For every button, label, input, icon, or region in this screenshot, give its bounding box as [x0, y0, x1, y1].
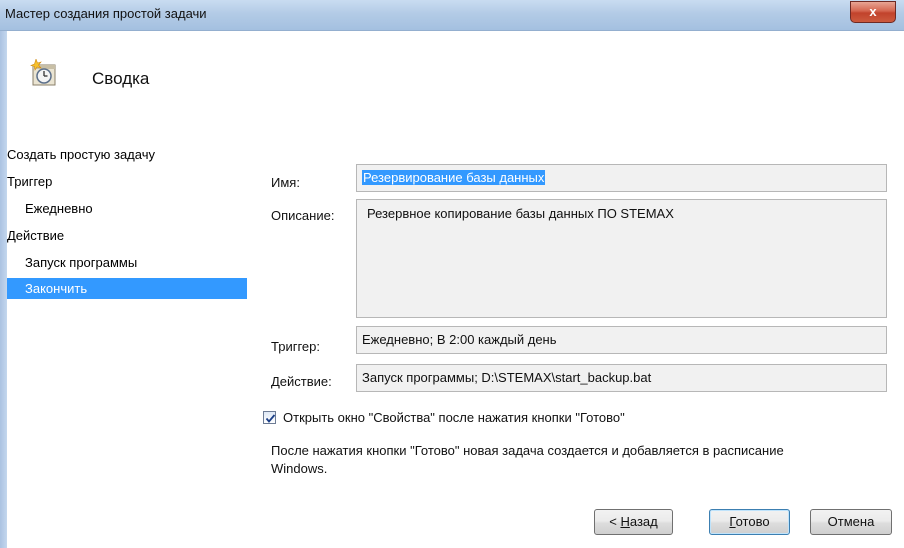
- description-label: Описание:: [271, 208, 335, 223]
- info-text-line2: Windows.: [271, 461, 328, 476]
- finish-button[interactable]: Готово: [709, 509, 790, 535]
- nav-item-trigger[interactable]: Триггер: [7, 171, 52, 192]
- back-button-label: азад: [629, 514, 658, 529]
- info-text-line1: После нажатия кнопки "Готово" новая зада…: [271, 443, 784, 458]
- back-button-prefix: <: [609, 514, 621, 529]
- back-button[interactable]: < Назад: [594, 509, 673, 535]
- trigger-field[interactable]: Ежедневно; В 2:00 каждый день: [356, 326, 887, 354]
- close-icon: x: [869, 4, 877, 19]
- action-value: Запуск программы; D:\STEMAX\start_backup…: [362, 370, 652, 385]
- name-label: Имя:: [271, 175, 300, 190]
- cancel-button[interactable]: Отмена: [810, 509, 892, 535]
- finish-button-label: отово: [735, 514, 770, 529]
- back-button-accel: Н: [620, 514, 630, 529]
- nav-item-create-task[interactable]: Создать простую задачу: [7, 144, 155, 165]
- page-title: Сводка: [92, 69, 150, 88]
- wizard-step-list: Создать простую задачу Триггер Ежедневно…: [7, 142, 247, 542]
- trigger-value: Ежедневно; В 2:00 каждый день: [362, 332, 557, 347]
- nav-item-start-program[interactable]: Запуск программы: [25, 252, 137, 273]
- close-button[interactable]: x: [850, 1, 896, 23]
- nav-item-daily[interactable]: Ежедневно: [25, 198, 93, 219]
- scheduled-task-clock-icon: [30, 59, 56, 86]
- description-value: Резервное копирование базы данных ПО STE…: [367, 206, 674, 221]
- name-field-value: Резервирование базы данных: [362, 170, 546, 185]
- title-bar[interactable]: Мастер создания простой задачи x: [0, 0, 904, 31]
- checkmark-icon: [265, 414, 276, 423]
- window-title: Мастер создания простой задачи: [5, 6, 207, 21]
- nav-item-finish[interactable]: Закончить: [7, 278, 247, 299]
- open-properties-checkbox[interactable]: [263, 411, 276, 424]
- trigger-label: Триггер:: [271, 339, 320, 354]
- action-label: Действие:: [271, 374, 332, 389]
- wizard-header: Сводка: [7, 31, 904, 141]
- cancel-button-label: Отмена: [827, 514, 875, 529]
- task-wizard-window: Мастер создания простой задачи x Сводка …: [0, 0, 904, 548]
- description-field[interactable]: Резервное копирование базы данных ПО STE…: [356, 199, 887, 318]
- name-field[interactable]: Резервирование базы данных: [356, 164, 887, 192]
- nav-item-action[interactable]: Действие: [7, 225, 64, 246]
- window-frame-left: [0, 31, 7, 548]
- action-field[interactable]: Запуск программы; D:\STEMAX\start_backup…: [356, 364, 887, 392]
- open-properties-label[interactable]: Открыть окно "Свойства" после нажатия кн…: [283, 410, 625, 425]
